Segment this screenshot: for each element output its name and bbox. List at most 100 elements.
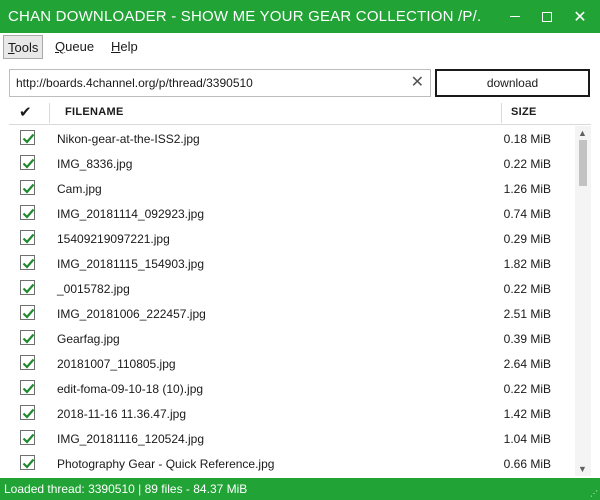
list-item[interactable]: IMG_20181114_092923.jpg 0.74 MiB <box>9 201 575 226</box>
file-checkbox[interactable] <box>20 230 35 245</box>
file-name: IMG_20181006_222457.jpg <box>57 307 206 321</box>
file-size: 0.39 MiB <box>503 332 551 346</box>
checkmark-icon <box>22 308 35 319</box>
file-checkbox[interactable] <box>20 155 35 170</box>
checkmark-icon <box>22 433 35 444</box>
file-size: 2.51 MiB <box>503 307 551 321</box>
checkmark-icon <box>22 258 35 269</box>
checkmark-icon <box>22 208 35 219</box>
file-checkbox[interactable] <box>20 280 35 295</box>
menu-queue-label: ueue <box>65 39 95 54</box>
checkmark-icon <box>22 408 35 419</box>
list-item[interactable]: edit-foma-09-10-18 (10).jpg 0.22 MiB <box>9 376 575 401</box>
list-header: ✔ FILENAME SIZE <box>9 101 591 125</box>
file-name: IMG_20181116_120524.jpg <box>57 432 205 446</box>
file-name: 15409219097221.jpg <box>57 232 170 246</box>
title-bar: CHAN DOWNLOADER - SHOW ME YOUR GEAR COLL… <box>0 0 600 33</box>
list-item[interactable]: 20181007_110805.jpg 2.64 MiB <box>9 351 575 376</box>
file-size: 0.66 MiB <box>503 457 551 471</box>
column-divider[interactable] <box>501 103 502 123</box>
file-size: 1.04 MiB <box>503 432 551 446</box>
maximize-button[interactable] <box>532 0 562 33</box>
file-checkbox[interactable] <box>20 355 35 370</box>
file-size: 0.22 MiB <box>503 157 551 171</box>
file-name: 20181007_110805.jpg <box>57 357 176 371</box>
status-bar: Loaded thread: 3390510 | 89 files - 84.3… <box>0 478 600 500</box>
list-item[interactable]: Cam.jpg 1.26 MiB <box>9 176 575 201</box>
checkmark-icon <box>22 233 35 244</box>
checkmark-icon <box>22 183 35 194</box>
file-checkbox[interactable] <box>20 455 35 470</box>
list-item[interactable]: IMG_20181115_154903.jpg 1.82 MiB <box>9 251 575 276</box>
list-item[interactable]: Photography Gear - Quick Reference.jpg 0… <box>9 451 575 476</box>
download-button[interactable]: download <box>435 69 590 97</box>
checkmark-icon <box>22 458 35 469</box>
file-checkbox[interactable] <box>20 255 35 270</box>
minimize-button[interactable] <box>500 0 530 33</box>
file-size: 1.42 MiB <box>503 407 551 421</box>
window-title: CHAN DOWNLOADER - SHOW ME YOUR GEAR COLL… <box>8 8 482 25</box>
list-item[interactable]: IMG_20181116_120524.jpg 1.04 MiB <box>9 426 575 451</box>
list-item[interactable]: _0015782.jpg 0.22 MiB <box>9 276 575 301</box>
clear-icon[interactable]: ✕ <box>411 74 424 92</box>
close-icon: ✕ <box>573 8 587 26</box>
list-item[interactable]: IMG_20181006_222457.jpg 2.51 MiB <box>9 301 575 326</box>
menu-tools[interactable]: Tools <box>3 35 44 59</box>
file-size: 0.22 MiB <box>503 382 551 396</box>
menu-help-mnemonic: H <box>111 39 121 54</box>
chevron-down-icon[interactable]: ▼ <box>578 464 587 474</box>
select-all-check-icon[interactable]: ✔ <box>19 103 32 121</box>
scrollbar-thumb[interactable] <box>579 140 587 186</box>
file-name: Nikon-gear-at-the-ISS2.jpg <box>57 132 200 146</box>
file-list: Nikon-gear-at-the-ISS2.jpg 0.18 MiB IMG_… <box>9 126 575 476</box>
file-size: 1.82 MiB <box>503 257 551 271</box>
file-name: 2018-11-16 11.36.47.jpg <box>57 407 186 421</box>
menu-bar: Tools Queue Help <box>0 33 600 61</box>
minimize-icon <box>510 16 520 17</box>
list-item[interactable]: IMG_8336.jpg 0.22 MiB <box>9 151 575 176</box>
menu-queue[interactable]: Queue <box>51 35 98 59</box>
file-name: edit-foma-09-10-18 (10).jpg <box>57 382 204 396</box>
column-divider[interactable] <box>49 103 50 123</box>
url-input[interactable] <box>10 70 406 96</box>
file-size: 2.64 MiB <box>503 357 551 371</box>
file-checkbox[interactable] <box>20 330 35 345</box>
column-header-size[interactable]: SIZE <box>511 106 537 118</box>
checkmark-icon <box>22 158 35 169</box>
file-name: Cam.jpg <box>57 182 102 196</box>
file-size: 0.74 MiB <box>503 207 551 221</box>
checkmark-icon <box>22 333 35 344</box>
chevron-up-icon[interactable]: ▲ <box>578 128 587 138</box>
file-checkbox[interactable] <box>20 205 35 220</box>
file-checkbox[interactable] <box>20 305 35 320</box>
url-field: ✕ <box>9 69 431 97</box>
file-checkbox[interactable] <box>20 380 35 395</box>
menu-queue-mnemonic: Q <box>55 39 66 54</box>
file-checkbox[interactable] <box>20 430 35 445</box>
resize-grip-icon[interactable]: ⋰ <box>590 489 598 498</box>
maximize-icon <box>542 11 552 22</box>
file-name: IMG_20181114_092923.jpg <box>57 207 205 221</box>
checkmark-icon <box>22 133 35 144</box>
file-size: 0.18 MiB <box>503 132 551 146</box>
file-checkbox[interactable] <box>20 180 35 195</box>
list-item[interactable]: Gearfag.jpg 0.39 MiB <box>9 326 575 351</box>
menu-help-label: elp <box>120 39 138 54</box>
file-name: Gearfag.jpg <box>57 332 120 346</box>
column-header-filename[interactable]: FILENAME <box>65 106 124 118</box>
file-size: 1.26 MiB <box>503 182 551 196</box>
file-name: IMG_8336.jpg <box>57 157 133 171</box>
list-item[interactable]: Nikon-gear-at-the-ISS2.jpg 0.18 MiB <box>9 126 575 151</box>
list-item[interactable]: 2018-11-16 11.36.47.jpg 1.42 MiB <box>9 401 575 426</box>
vertical-scrollbar[interactable]: ▲ ▼ <box>575 126 591 476</box>
close-button[interactable]: ✕ <box>565 0 595 33</box>
file-checkbox[interactable] <box>20 405 35 420</box>
file-checkbox[interactable] <box>20 130 35 145</box>
file-size: 0.29 MiB <box>503 232 551 246</box>
file-name: _0015782.jpg <box>57 282 130 296</box>
list-item[interactable]: 15409219097221.jpg 0.29 MiB <box>9 226 575 251</box>
menu-help[interactable]: Help <box>107 35 142 59</box>
checkmark-icon <box>22 283 35 294</box>
checkmark-icon <box>22 358 35 369</box>
file-name: Photography Gear - Quick Reference.jpg <box>57 457 275 471</box>
